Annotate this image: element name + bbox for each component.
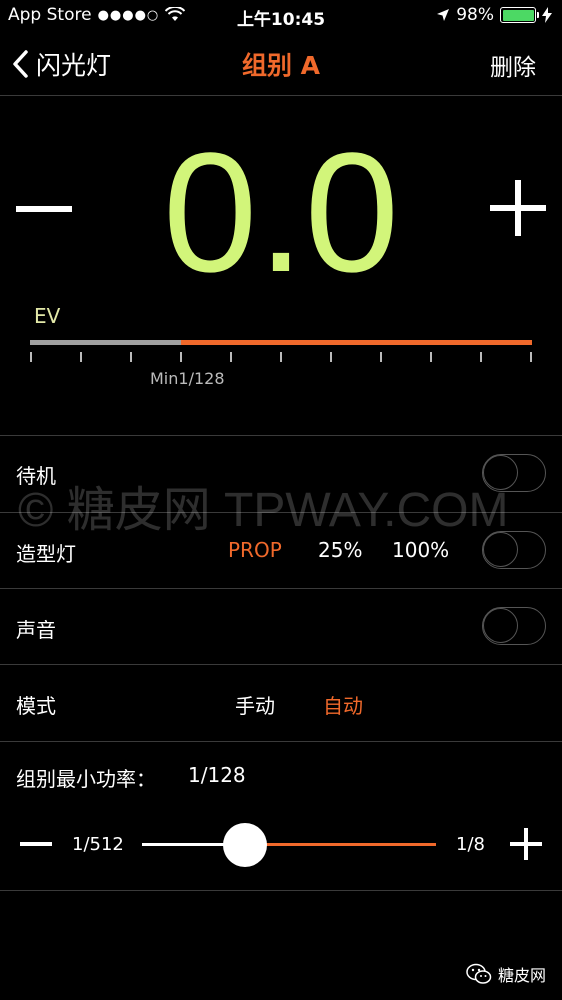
- decrease-power-button[interactable]: [20, 842, 52, 846]
- brand-name: 糖皮网: [497, 966, 546, 985]
- ev-unit-label: EV: [34, 304, 61, 328]
- ev-scale-tick: [180, 352, 182, 362]
- divider: [0, 664, 562, 665]
- delete-button[interactable]: 删除: [490, 48, 536, 82]
- ev-min-label: Min1/128: [150, 369, 225, 388]
- power-slider-track[interactable]: [142, 843, 436, 846]
- ev-scale-tick: [230, 352, 232, 362]
- divider: [0, 588, 562, 589]
- modeling-option-100[interactable]: 100%: [392, 538, 449, 562]
- battery-percent: 98%: [456, 5, 494, 25]
- ev-scale-tick: [430, 352, 432, 362]
- ev-scale-tick: [380, 352, 382, 362]
- watermark: © 糖皮网 TPWAY.COM: [18, 484, 509, 537]
- power-slider-remaining: [245, 843, 436, 846]
- ev-scale-active: [181, 340, 532, 345]
- ev-scale-inactive: [30, 340, 181, 345]
- divider: [0, 890, 562, 891]
- slider-max-label: 1/8: [456, 834, 485, 855]
- mode-option-auto[interactable]: 自动: [323, 690, 363, 719]
- ev-scale-tick: [280, 352, 282, 362]
- min-power-value: 1/128: [188, 763, 246, 787]
- charging-icon: [542, 7, 552, 23]
- slider-min-label: 1/512: [72, 834, 124, 855]
- ev-scale-tick: [80, 352, 82, 362]
- brand-badge: 糖皮网: [466, 962, 546, 986]
- ev-scale-tick: [30, 352, 32, 362]
- mode-option-manual[interactable]: 手动: [235, 690, 275, 719]
- ev-scale-tick: [130, 352, 132, 362]
- divider: [0, 435, 562, 436]
- status-bar: App Store ●●●●○ 上午10:45 98%: [0, 0, 562, 32]
- nav-bar: 闪光灯 组别 A 删除: [0, 32, 562, 96]
- battery-icon: [500, 7, 539, 23]
- sound-label: 声音: [16, 618, 56, 642]
- ev-scale-tick: [330, 352, 332, 362]
- location-icon: [437, 9, 450, 21]
- increase-power-button[interactable]: [510, 828, 542, 860]
- ev-scale-tick: [480, 352, 482, 362]
- wechat-icon: [466, 963, 492, 984]
- sound-toggle[interactable]: [482, 607, 546, 645]
- modeling-light-label: 造型灯: [16, 542, 76, 566]
- power-slider-thumb[interactable]: [223, 823, 267, 867]
- mode-label: 模式: [16, 694, 56, 718]
- divider: [0, 741, 562, 742]
- page-title: 组别 A: [241, 51, 321, 80]
- ev-scale-tick: [530, 352, 532, 362]
- ev-value-display: 0.0: [162, 118, 400, 308]
- min-power-label: 组别最小功率：: [16, 767, 156, 791]
- ev-scale-bar[interactable]: [30, 340, 532, 345]
- modeling-option-prop[interactable]: PROP: [228, 538, 282, 562]
- increase-ev-button[interactable]: [490, 180, 546, 236]
- modeling-option-25[interactable]: 25%: [318, 538, 362, 562]
